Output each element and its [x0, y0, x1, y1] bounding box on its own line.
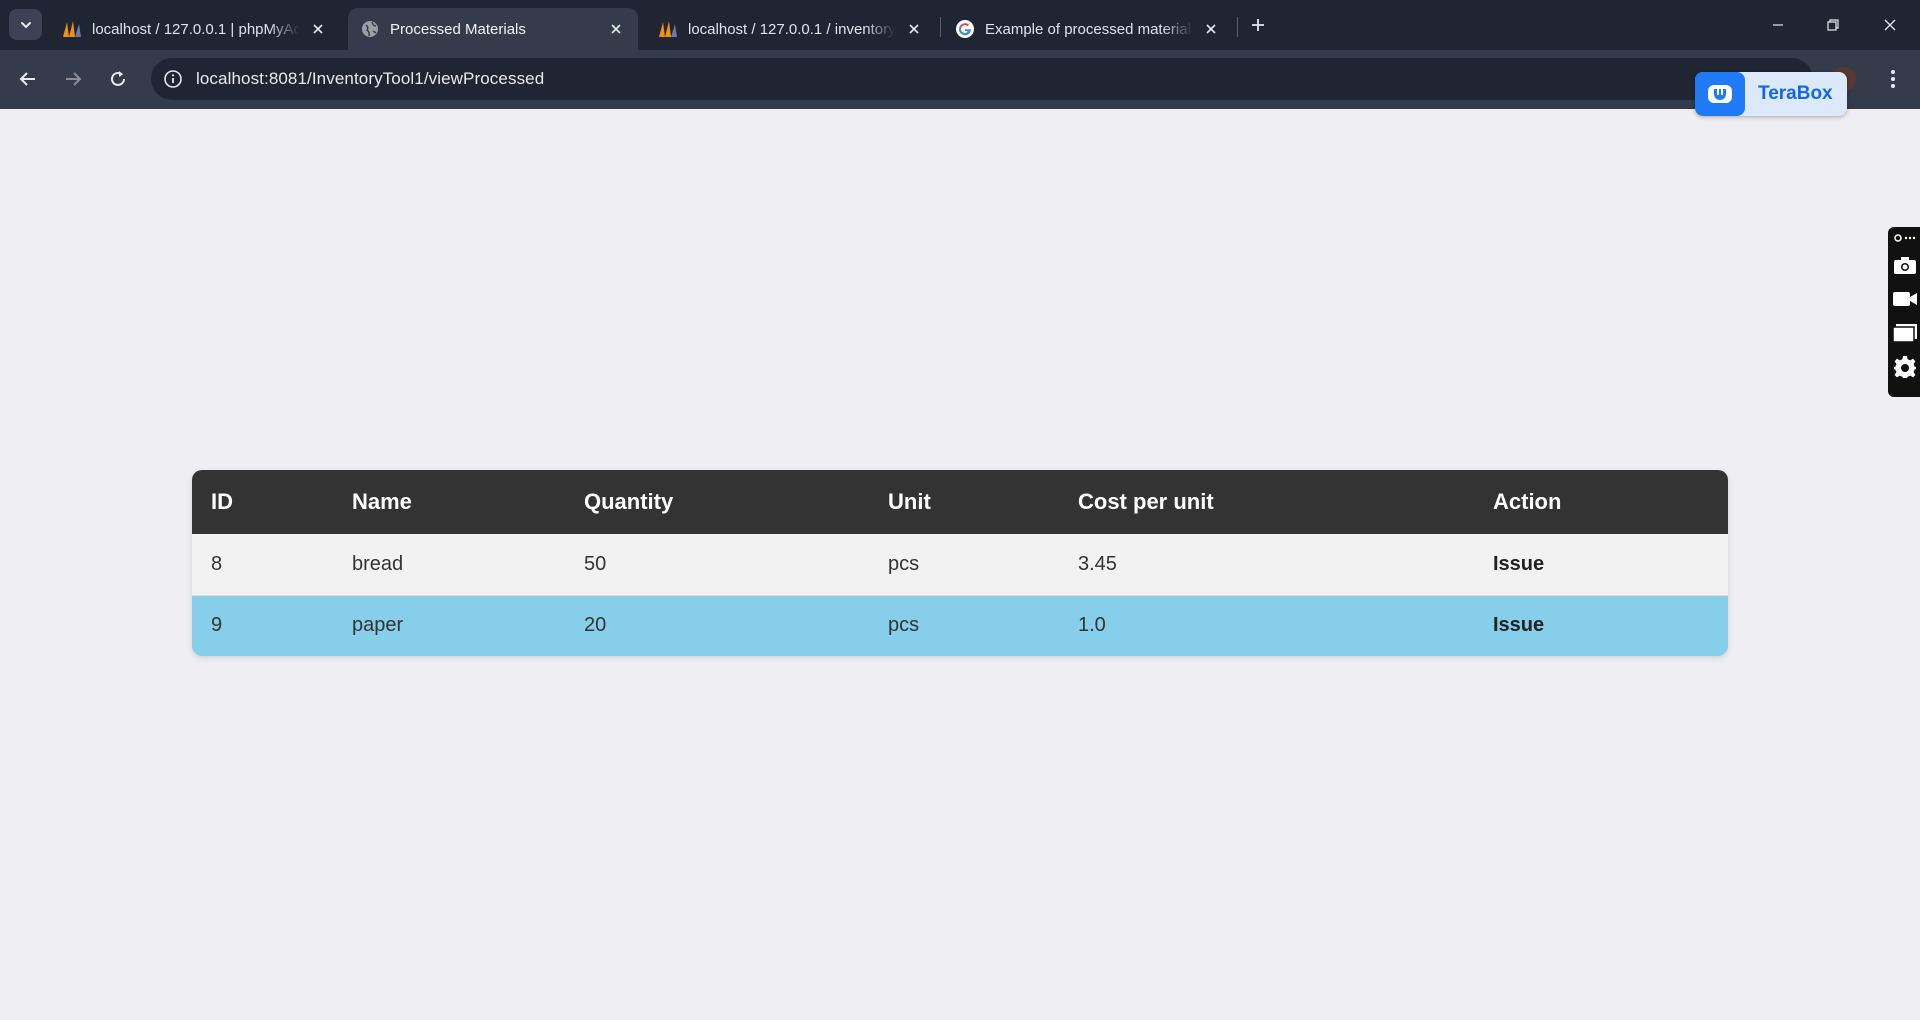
url-text[interactable]: localhost:8081/InventoryTool1/viewProces… [196, 69, 544, 89]
cell-id: 8 [192, 534, 333, 596]
back-button[interactable] [13, 64, 43, 94]
tab-title: Example of processed materials [985, 20, 1193, 38]
browser-tabstrip: localhost / 127.0.0.1 | phpMyAdmin Proce… [0, 0, 1920, 50]
tab-divider [1237, 17, 1238, 37]
tab-phpmyadmin-inventory[interactable]: localhost / 127.0.0.1 / inventory [646, 8, 936, 50]
phpmyadmin-icon [658, 19, 678, 39]
close-icon[interactable] [606, 19, 626, 39]
minimize-button[interactable] [1758, 10, 1798, 40]
close-icon[interactable] [904, 19, 924, 39]
window-capture-icon[interactable] [1891, 319, 1919, 347]
minimize-icon [1773, 24, 1783, 26]
cell-name: bread [333, 534, 565, 596]
arrow-left-icon [19, 72, 35, 86]
cell-cost: 3.45 [1059, 534, 1474, 596]
processed-materials-table: ID Name Quantity Unit Cost per unit Acti… [192, 470, 1728, 656]
cell-name: paper [333, 595, 565, 656]
restore-icon [1827, 19, 1839, 31]
site-info-icon[interactable] [163, 69, 183, 89]
tab-title: localhost / 127.0.0.1 / inventory [688, 20, 896, 38]
processed-materials-table-container: ID Name Quantity Unit Cost per unit Acti… [192, 470, 1728, 656]
camera-icon[interactable] [1891, 251, 1919, 279]
table-row: 9 paper 20 pcs 1.0 Issue [192, 595, 1728, 656]
reload-icon [111, 71, 125, 86]
gear-icon[interactable] [1891, 353, 1919, 381]
column-header-cost: Cost per unit [1059, 470, 1474, 534]
cell-quantity: 20 [565, 595, 869, 656]
cell-unit: pcs [869, 534, 1059, 596]
reload-button[interactable] [103, 64, 133, 94]
tab-title: Processed Materials [390, 20, 526, 38]
tab-search-button[interactable] [9, 9, 42, 40]
address-bar[interactable]: localhost:8081/InventoryTool1/viewProces… [151, 58, 1813, 100]
cell-unit: pcs [869, 595, 1059, 656]
capture-extension-panel [1888, 227, 1920, 397]
new-tab-button[interactable] [1245, 12, 1271, 38]
terabox-extension-button[interactable]: TeraBox [1695, 72, 1847, 116]
issue-link[interactable]: Issue [1474, 595, 1728, 656]
tab-title: localhost / 127.0.0.1 | phpMyAdmin [92, 20, 300, 38]
cell-cost: 1.0 [1059, 595, 1474, 656]
close-icon[interactable] [308, 19, 328, 39]
restore-button[interactable] [1813, 10, 1853, 40]
close-icon[interactable] [1201, 19, 1221, 39]
tab-phpmyadmin[interactable]: localhost / 127.0.0.1 | phpMyAdmin [50, 8, 340, 50]
column-header-quantity: Quantity [565, 470, 869, 534]
issue-link[interactable]: Issue [1474, 534, 1728, 596]
video-camera-icon[interactable] [1891, 285, 1919, 313]
globe-icon [360, 19, 380, 39]
table-header-row: ID Name Quantity Unit Cost per unit Acti… [192, 470, 1728, 534]
phpmyadmin-icon [62, 19, 82, 39]
more-vertical-icon [1891, 70, 1895, 88]
terabox-icon [1695, 72, 1745, 116]
browser-toolbar: localhost:8081/InventoryTool1/viewProces… [0, 50, 1920, 109]
cell-quantity: 50 [565, 534, 869, 596]
close-window-button[interactable] [1870, 10, 1910, 40]
google-icon [955, 19, 975, 39]
close-icon [1884, 19, 1896, 31]
forward-button[interactable] [58, 64, 88, 94]
tab-divider [940, 17, 941, 37]
table-row: 8 bread 50 pcs 3.45 Issue [192, 534, 1728, 596]
terabox-label: TeraBox [1758, 83, 1833, 104]
column-header-name: Name [333, 470, 565, 534]
column-header-unit: Unit [869, 470, 1059, 534]
plus-icon [1252, 19, 1264, 31]
cell-id: 9 [192, 595, 333, 656]
link-more-icon[interactable] [1891, 229, 1919, 247]
chevron-down-icon [20, 21, 31, 28]
column-header-action: Action [1474, 470, 1728, 534]
column-header-id: ID [192, 470, 333, 534]
arrow-right-icon [66, 72, 82, 86]
tab-google-search[interactable]: Example of processed materials [943, 8, 1233, 50]
browser-menu-button[interactable] [1878, 64, 1908, 94]
tab-processed-materials[interactable]: Processed Materials [348, 8, 638, 50]
